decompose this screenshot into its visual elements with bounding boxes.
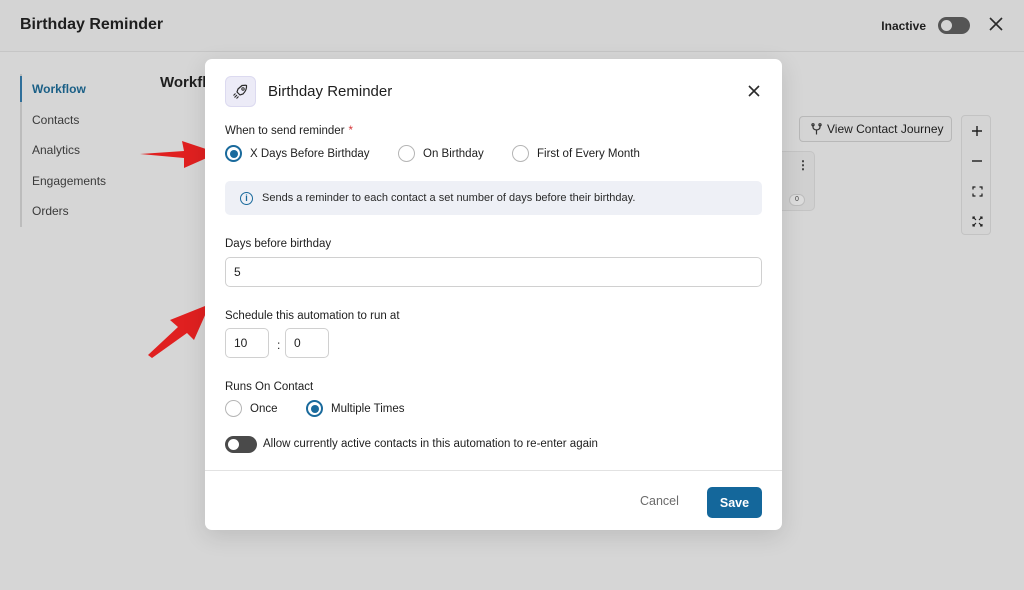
top-bar: Birthday Reminder Inactive <box>0 0 1024 52</box>
annotation-arrow-icon <box>148 304 210 358</box>
close-icon[interactable] <box>986 14 1006 34</box>
minute-input[interactable]: 0 <box>285 328 329 358</box>
zoom-out-button[interactable] <box>962 146 992 176</box>
fit-view-button[interactable] <box>962 176 992 206</box>
required-marker: * <box>348 125 354 137</box>
dialog-footer: Cancel Save <box>205 470 782 530</box>
when-to-send-label: When to send reminder * <box>225 125 354 137</box>
radio-button[interactable] <box>512 145 529 162</box>
radio-label: Once <box>250 402 278 415</box>
days-before-input[interactable]: 5 <box>225 257 762 287</box>
days-before-label: Days before birthday <box>225 238 332 250</box>
birthday-reminder-dialog: Birthday Reminder When to send reminder *… <box>205 59 782 530</box>
node-count-badge: 0 <box>789 194 805 206</box>
view-contact-journey-label: View Contact Journey <box>827 122 944 136</box>
info-icon: i <box>240 191 253 205</box>
radio-label: On Birthday <box>423 147 484 160</box>
minus-icon <box>972 160 982 162</box>
radio-label: X Days Before Birthday <box>250 147 370 160</box>
hour-input[interactable]: 10 <box>225 328 269 358</box>
radio-label: Multiple Times <box>331 402 405 415</box>
status-label: Inactive <box>881 19 926 33</box>
fullscreen-icon <box>971 215 983 227</box>
sidebar-item-contacts[interactable]: Contacts <box>22 105 160 136</box>
info-text: Sends a reminder to each contact a set n… <box>262 192 636 204</box>
radio-on-birthday[interactable]: On Birthday <box>398 145 484 162</box>
radio-x-days-before[interactable]: X Days Before Birthday <box>225 145 370 162</box>
zoom-controls <box>961 115 991 235</box>
status-toggle[interactable] <box>938 17 970 34</box>
sidebar-item-orders[interactable]: Orders <box>22 196 160 227</box>
radio-once[interactable]: Once <box>225 400 278 417</box>
close-icon[interactable] <box>744 81 764 101</box>
radio-button-checked[interactable] <box>306 400 323 417</box>
app-title: Birthday Reminder <box>20 16 164 33</box>
expand-icon <box>971 185 983 197</box>
page-heading: Workfl <box>160 74 207 91</box>
radio-multiple-times[interactable]: Multiple Times <box>306 400 405 417</box>
info-notice: i Sends a reminder to each contact a set… <box>225 181 762 215</box>
radio-button[interactable] <box>225 400 242 417</box>
radio-label: First of Every Month <box>537 147 640 160</box>
zoom-in-button[interactable] <box>962 116 992 146</box>
view-contact-journey-button[interactable]: View Contact Journey <box>799 116 952 142</box>
rocket-icon <box>225 76 256 107</box>
time-separator: : <box>277 338 281 352</box>
plus-icon <box>972 126 982 136</box>
more-options-icon[interactable]: ⋮ <box>797 158 809 172</box>
radio-button-checked[interactable] <box>225 145 242 162</box>
radio-first-of-month[interactable]: First of Every Month <box>512 145 640 162</box>
fullscreen-button[interactable] <box>962 206 992 236</box>
branch-icon <box>811 122 822 134</box>
schedule-label: Schedule this automation to run at <box>225 310 400 322</box>
sidebar-item-workflow[interactable]: Workflow <box>20 74 160 105</box>
runs-on-contact-label: Runs On Contact <box>225 381 314 393</box>
reenter-toggle[interactable] <box>225 436 257 453</box>
save-button[interactable]: Save <box>707 487 762 518</box>
reenter-label: Allow currently active contacts in this … <box>263 438 598 450</box>
radio-button[interactable] <box>398 145 415 162</box>
cancel-button[interactable]: Cancel <box>640 494 679 508</box>
dialog-title: Birthday Reminder <box>268 83 393 100</box>
